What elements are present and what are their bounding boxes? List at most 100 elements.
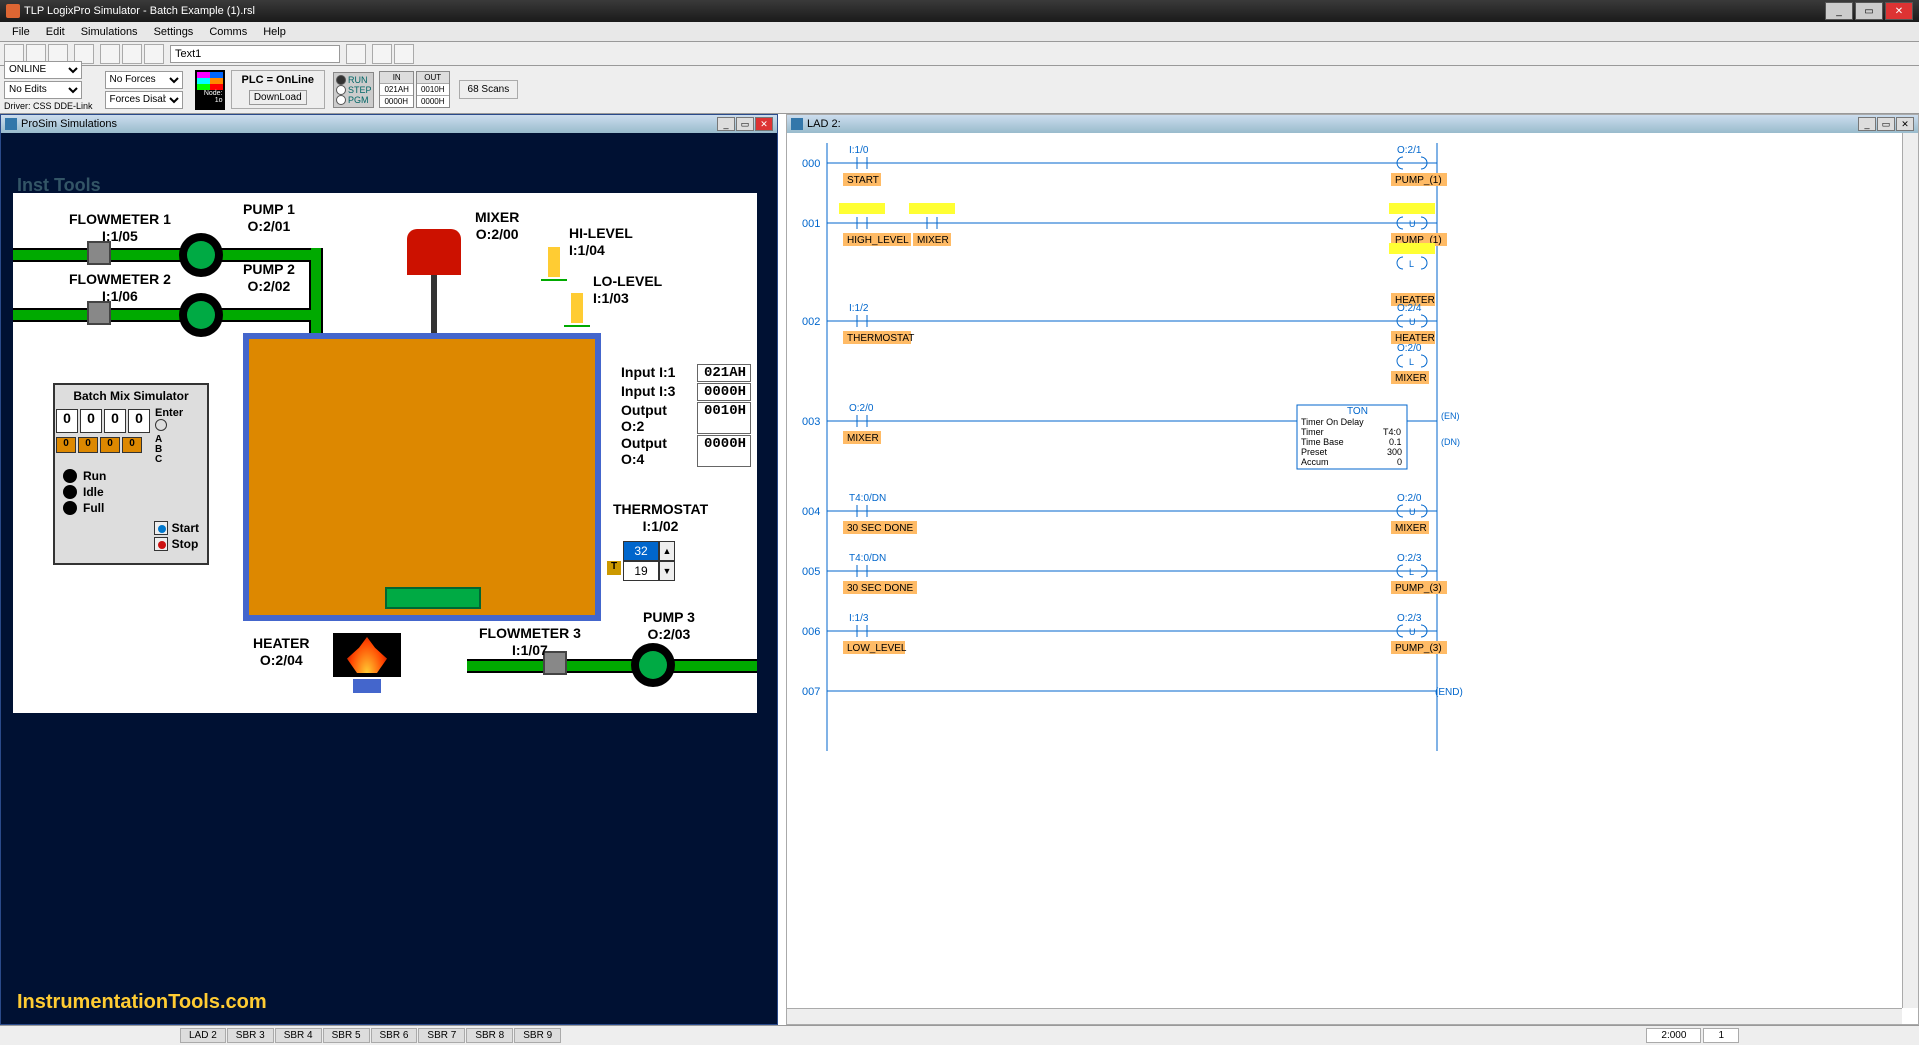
pump-1-label: PUMP 1 [243,201,295,217]
svg-text:U: U [1409,627,1416,637]
thermostat-label: THERMOSTAT [613,501,708,517]
paste-icon[interactable] [144,44,164,64]
max-button[interactable]: ▭ [1855,2,1883,20]
pump-3-addr: O:2/03 [648,626,691,642]
bottom-tabs: LAD 2 SBR 3 SBR 4 SBR 5 SBR 6 SBR 7 SBR … [0,1025,1919,1045]
ladder-scroll-v[interactable] [1902,133,1918,1008]
svg-text:U: U [1409,507,1416,517]
zoom-in-icon[interactable] [372,44,392,64]
start-button[interactable] [154,521,168,535]
ladder-max[interactable]: ▭ [1877,117,1895,131]
svg-text:O:2/0: O:2/0 [1397,343,1422,354]
cut-icon[interactable] [100,44,120,64]
menu-simulations[interactable]: Simulations [73,24,146,40]
io-i1-label: Input I:1 [621,364,675,382]
ladder-scroll-h[interactable] [787,1008,1902,1024]
therm-current[interactable] [623,561,659,581]
mode-idle-dot[interactable] [63,485,77,499]
io-i1-val: 021AH [697,364,751,382]
pump-2-label: PUMP 2 [243,261,295,277]
window-title: TLP LogixPro Simulator - Batch Example (… [24,5,255,17]
io-readout: Input I:1021AH Input I:30000H Output O:2… [621,363,751,468]
enter-button[interactable] [155,419,167,431]
menu-settings[interactable]: Settings [146,24,202,40]
svg-text:L: L [1409,357,1414,367]
mode-run-dot[interactable] [63,469,77,483]
io-in-1: 0000H [380,95,412,107]
seg-3: 0 [128,409,150,433]
svg-text:O:2/3: O:2/3 [1397,553,1422,564]
mode-full-label: Full [83,501,104,515]
thermostat-control: ▲ ▼ [623,541,675,581]
sim-canvas: FLOWMETER 1I:1/05 FLOWMETER 2I:1/06 PUMP… [13,193,757,713]
svg-text:U: U [1409,219,1416,229]
zoom-out-icon[interactable] [394,44,414,64]
prosim-min[interactable]: _ [717,117,735,131]
svg-text:O:2/0: O:2/0 [1397,493,1422,504]
heater [333,633,401,677]
svg-text:004: 004 [802,506,820,518]
io-o4-label: Output O:4 [621,435,691,467]
tank [243,333,601,621]
io-boxes: IN021AH0000H OUT0010H0000H [378,71,450,108]
mixer-blade [385,587,481,609]
io-in-header: IN [380,72,412,83]
ladder-title: LAD 2: [807,118,841,130]
pump-1 [179,233,223,277]
svg-text:30 SEC DONE: 30 SEC DONE [847,583,913,594]
lo-level-label: LO-LEVEL [593,273,662,289]
ladder-min[interactable]: _ [1858,117,1876,131]
min-button[interactable]: _ [1825,2,1853,20]
app-icon [6,4,20,18]
mode-run[interactable]: RUN [336,75,372,85]
prosim-close[interactable]: ✕ [755,117,773,131]
download-button[interactable]: DownLoad [249,90,307,105]
io-out-header: OUT [417,72,449,83]
menu-edit[interactable]: Edit [38,24,73,40]
hi-level-indicator [548,247,560,277]
menu-help[interactable]: Help [255,24,294,40]
pump-3-label: PUMP 3 [643,609,695,625]
svg-text:O:2/1: O:2/1 [1397,145,1422,156]
mode-run-label: Run [83,469,106,483]
menu-file[interactable]: File [4,24,38,40]
plc-indicator: Node: 1o [195,70,225,110]
flowmeter-1 [87,241,111,265]
settings-icon[interactable] [346,44,366,64]
forces-select[interactable]: No Forces [105,71,183,89]
flowmeter-3-addr: I:1/07 [512,642,548,658]
therm-down[interactable]: ▼ [659,561,675,581]
copy-icon[interactable] [122,44,142,64]
svg-text:(EN): (EN) [1441,411,1460,421]
sw-c[interactable]: C [155,454,162,465]
svg-text:0: 0 [1397,457,1402,467]
text-input[interactable] [170,45,340,63]
ladder-body[interactable]: 000I:1/0STARTO:2/1PUMP_(1)001I:1/4HIGH_L… [787,133,1918,1024]
io-out-1: 0000H [417,95,449,107]
svg-text:O:2/4: O:2/4 [1397,303,1422,314]
ladder-close[interactable]: ✕ [1896,117,1914,131]
svg-text:Timer: Timer [1301,427,1324,437]
mode-pgm[interactable]: PGM [336,95,372,105]
forces-disabled-select[interactable]: Forces Disabled [105,91,183,109]
mode-full-dot[interactable] [63,501,77,515]
prosim-max[interactable]: ▭ [736,117,754,131]
lo-level-addr: I:1/03 [593,290,629,306]
menu-comms[interactable]: Comms [201,24,255,40]
svg-text:Preset: Preset [1301,447,1328,457]
svg-text:000: 000 [802,158,820,170]
stop-button[interactable] [154,537,168,551]
close-button[interactable]: ✕ [1885,2,1913,20]
pipe-bottom-g [467,661,757,671]
mode-step[interactable]: STEP [336,85,372,95]
online-select[interactable]: ONLINE [4,61,82,79]
flowmeter-3-label: FLOWMETER 3 [479,625,581,641]
edits-select[interactable]: No Edits [4,81,82,99]
pipe-g1 [13,250,321,260]
svg-text:U: U [1409,317,1416,327]
therm-up[interactable]: ▲ [659,541,675,561]
hi-level-label: HI-LEVEL [569,225,633,241]
svg-text:I:1/0: I:1/0 [849,145,869,156]
flowmeter-2 [87,301,111,325]
therm-setpoint[interactable] [623,541,659,561]
